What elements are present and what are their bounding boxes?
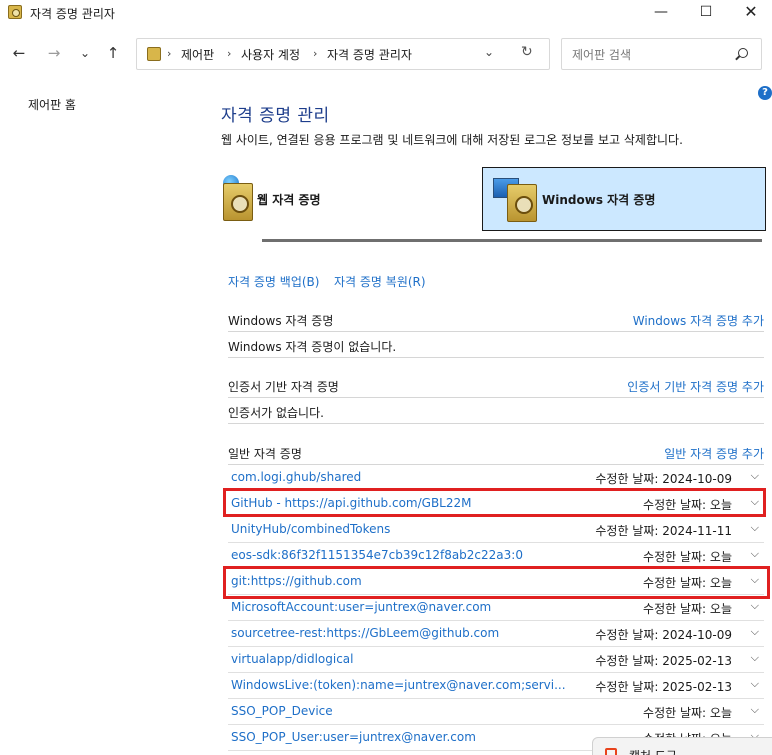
- highlight-box-git-github: [223, 566, 770, 599]
- credential-name[interactable]: WindowsLive:(token):name=juntrex@naver.c…: [231, 678, 566, 692]
- expand-chevron-icon[interactable]: ⌵: [751, 651, 759, 665]
- credential-name[interactable]: com.logi.ghub/shared: [231, 470, 361, 484]
- section-divider: [228, 397, 764, 398]
- breadcrumb-separator: ›: [167, 47, 172, 60]
- control-panel-home-link[interactable]: 제어판 홈: [28, 96, 76, 113]
- expand-chevron-icon[interactable]: ⌵: [751, 469, 759, 483]
- credential-modified-date: 수정한 날짜: 2025-02-13: [595, 654, 732, 668]
- help-icon[interactable]: ?: [758, 86, 772, 100]
- credential-name[interactable]: sourcetree-rest:https://GbLeem@github.co…: [231, 626, 499, 640]
- recent-locations-button[interactable]: ⌄: [74, 42, 96, 64]
- credential-name[interactable]: SSO_POP_User:user=juntrex@naver.com: [231, 730, 476, 744]
- window-title: 자격 증명 관리자: [30, 7, 115, 21]
- search-box[interactable]: 제어판 검색: [561, 38, 762, 70]
- address-dropdown-icon[interactable]: ⌄: [484, 45, 494, 59]
- section-divider: [228, 357, 764, 358]
- title-bar: 자격 증명 관리자 — ☐ ✕: [0, 0, 772, 26]
- windows-credentials-heading: Windows 자격 증명: [228, 314, 334, 328]
- tab-windows-credentials-label: Windows 자격 증명: [542, 193, 656, 207]
- tab-web-credentials[interactable]: 웹 자격 증명: [221, 167, 481, 231]
- credential-modified-date: 수정한 날짜: 2025-02-13: [595, 680, 732, 694]
- expand-chevron-icon[interactable]: ⌵: [751, 547, 759, 561]
- control-panel-icon: [147, 47, 161, 61]
- expand-chevron-icon[interactable]: ⌵: [751, 521, 759, 535]
- tab-windows-credentials[interactable]: Windows 자격 증명: [482, 167, 766, 231]
- expand-chevron-icon[interactable]: ⌵: [751, 599, 759, 613]
- vault-icon: [223, 183, 253, 221]
- credential-row[interactable]: SSO_POP_Device 수정한 날짜: 오늘 ⌵: [228, 699, 764, 725]
- breadcrumb-separator: ›: [227, 47, 232, 60]
- expand-chevron-icon[interactable]: ⌵: [751, 703, 759, 717]
- address-bar[interactable]: › 제어판 › 사용자 계정 › 자격 증명 관리자 ⌄ ↻: [136, 38, 550, 70]
- credential-modified-date: 수정한 날짜: 2024-10-09: [595, 628, 732, 642]
- credential-modified-date: 수정한 날짜: 오늘: [643, 550, 732, 564]
- credential-modified-date: 수정한 날짜: 2024-10-09: [595, 472, 732, 486]
- minimize-button[interactable]: —: [638, 0, 684, 26]
- certificate-credentials-heading: 인증서 기반 자격 증명: [228, 380, 339, 394]
- add-certificate-credential-link[interactable]: 인증서 기반 자격 증명 추가: [627, 378, 764, 395]
- snipping-tool-notification[interactable]: 캡처 도구: [592, 737, 772, 755]
- credential-row[interactable]: virtualapp/didlogical 수정한 날짜: 2025-02-13 ⌵: [228, 647, 764, 673]
- credential-manager-app-icon: [8, 5, 22, 19]
- windows-credentials-empty-text: Windows 자격 증명이 없습니다.: [228, 340, 397, 354]
- credential-name[interactable]: UnityHub/combinedTokens: [231, 522, 390, 536]
- tab-web-credentials-label: 웹 자격 증명: [257, 193, 321, 207]
- credential-row[interactable]: WindowsLive:(token):name=juntrex@naver.c…: [228, 673, 764, 699]
- credential-modified-date: 수정한 날짜: 오늘: [643, 706, 732, 720]
- credential-row[interactable]: UnityHub/combinedTokens 수정한 날짜: 2024-11-1…: [228, 517, 764, 543]
- section-divider: [228, 423, 764, 424]
- close-button[interactable]: ✕: [728, 0, 772, 26]
- credential-name[interactable]: MicrosoftAccount:user=juntrex@naver.com: [231, 600, 491, 614]
- vault-icon: [507, 184, 537, 222]
- credential-modified-date: 수정한 날짜: 오늘: [643, 602, 732, 616]
- add-windows-credential-link[interactable]: Windows 자격 증명 추가: [633, 312, 764, 329]
- expand-chevron-icon[interactable]: ⌵: [751, 677, 759, 691]
- credential-modified-date: 수정한 날짜: 2024-11-11: [595, 524, 732, 538]
- maximize-button[interactable]: ☐: [683, 0, 729, 26]
- credential-name[interactable]: virtualapp/didlogical: [231, 652, 353, 666]
- search-icon[interactable]: [738, 48, 748, 58]
- breadcrumb-separator: ›: [313, 47, 318, 60]
- up-button[interactable]: ↑: [102, 42, 124, 64]
- certificate-empty-text: 인증서가 없습니다.: [228, 406, 324, 420]
- refresh-icon[interactable]: ↻: [521, 44, 533, 60]
- expand-chevron-icon[interactable]: ⌵: [751, 625, 759, 639]
- snipping-tool-icon: [605, 748, 617, 755]
- highlight-box-github-api: [223, 488, 766, 517]
- backup-credentials-link[interactable]: 자격 증명 백업(B): [228, 273, 319, 290]
- search-placeholder: 제어판 검색: [572, 48, 632, 62]
- tabs-divider: [262, 239, 762, 242]
- restore-credentials-link[interactable]: 자격 증명 복원(R): [334, 273, 426, 290]
- page-description: 웹 사이트, 연결된 응용 프로그램 및 네트워크에 대해 저장된 로그온 정보…: [221, 133, 683, 147]
- credential-row[interactable]: sourcetree-rest:https://GbLeem@github.co…: [228, 621, 764, 647]
- add-generic-credential-link[interactable]: 일반 자격 증명 추가: [664, 445, 764, 462]
- back-button[interactable]: ←: [8, 42, 30, 64]
- credential-name[interactable]: eos-sdk:86f32f1151354e7cb39c12f8ab2c22a3…: [231, 548, 523, 562]
- section-divider: [228, 331, 764, 332]
- page-title: 자격 증명 관리: [221, 106, 330, 126]
- credential-name[interactable]: SSO_POP_Device: [231, 704, 333, 718]
- forward-button[interactable]: →: [43, 42, 65, 64]
- generic-credentials-heading: 일반 자격 증명: [228, 447, 302, 461]
- breadcrumb-control-panel[interactable]: 제어판: [181, 46, 214, 63]
- breadcrumb-user-accounts[interactable]: 사용자 계정: [241, 46, 300, 63]
- snipping-tool-label: 캡처 도구: [629, 747, 677, 755]
- breadcrumb-credential-manager[interactable]: 자격 증명 관리자: [327, 46, 412, 63]
